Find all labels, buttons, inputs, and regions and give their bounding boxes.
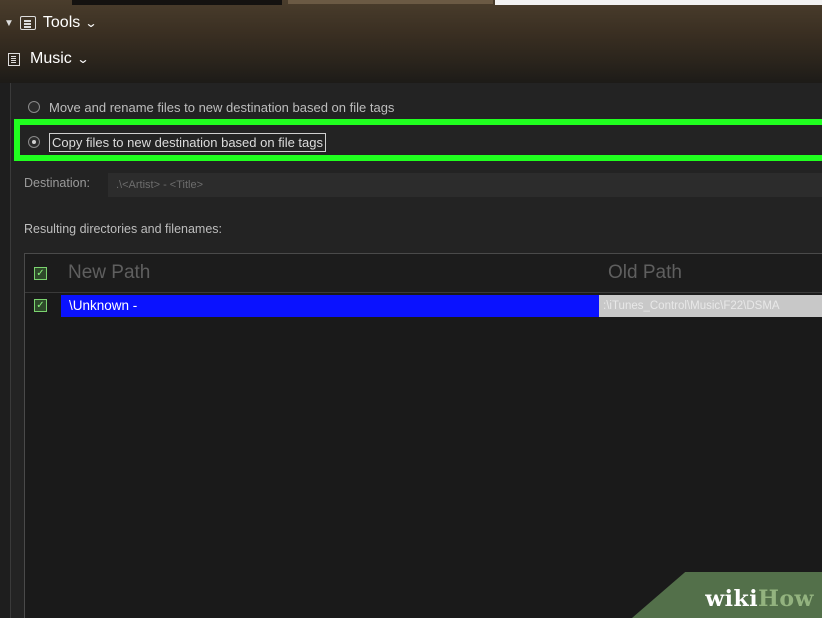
app-window: ▼ Tools ⌄ Music ⌄ Move and rename files … — [0, 0, 822, 618]
move-radio-button[interactable] — [28, 101, 40, 113]
tools-menu-label: Tools — [42, 14, 81, 31]
old-path-cell[interactable]: :\iTunes_Control\Music\F22\DSMA — [599, 295, 822, 317]
results-label: Resulting directories and filenames: — [24, 222, 223, 236]
tab-strip — [0, 0, 822, 6]
copy-radio-button[interactable] — [28, 136, 40, 148]
tools-menu[interactable]: ▼ Tools ⌄ — [4, 12, 98, 34]
tools-icon — [19, 16, 36, 30]
copy-option-label: Copy files to new destination based on f… — [49, 132, 327, 152]
chevron-down-icon: ⌄ — [76, 52, 90, 66]
expand-caret-icon: ▼ — [4, 17, 14, 29]
music-menu-label: Music — [30, 50, 72, 67]
title-header — [0, 0, 822, 83]
tab-3[interactable] — [495, 0, 822, 5]
music-library-icon — [8, 52, 20, 66]
chevron-down-icon: ⌄ — [84, 16, 98, 30]
row-checkbox[interactable]: ✓ — [34, 299, 47, 312]
table-header: ✓ New Path Old Path — [25, 254, 822, 293]
music-menu[interactable]: Music ⌄ — [8, 48, 90, 70]
column-header-new-path[interactable]: New Path — [68, 262, 150, 284]
wikihow-watermark: wikiHow — [705, 586, 814, 612]
move-option-label: Move and rename files to new destination… — [49, 99, 395, 115]
copy-option[interactable]: Copy files to new destination based on f… — [28, 132, 327, 152]
move-rename-option[interactable]: Move and rename files to new destination… — [28, 98, 394, 116]
new-path-cell[interactable]: \Unknown - — [61, 295, 599, 317]
column-header-old-path[interactable]: Old Path — [608, 262, 682, 284]
table-row[interactable]: ✓ \Unknown - :\iTunes_Control\Music\F22\… — [25, 295, 822, 317]
results-table: ✓ New Path Old Path ✓ \Unknown - :\iTune… — [24, 253, 822, 618]
select-all-checkbox[interactable]: ✓ — [34, 267, 47, 280]
tab-1[interactable] — [72, 0, 282, 5]
tab-2[interactable] — [288, 0, 493, 4]
destination-label: Destination: — [24, 176, 91, 190]
destination-input[interactable]: .\<Artist> - <Title> — [108, 173, 822, 197]
